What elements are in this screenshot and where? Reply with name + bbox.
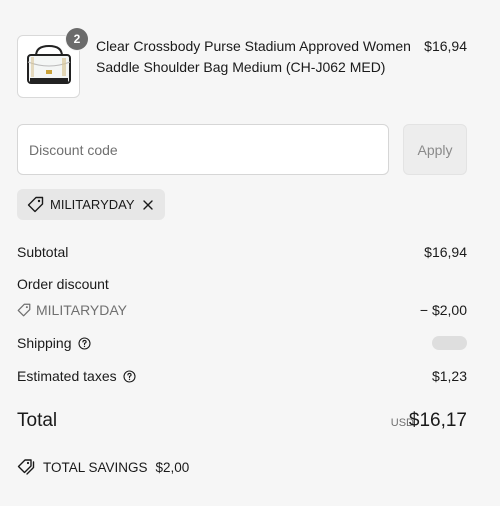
subtotal-value: $16,94 bbox=[424, 244, 467, 260]
apply-discount-button[interactable]: Apply bbox=[403, 124, 467, 175]
order-discount-label: Order discount bbox=[17, 276, 109, 292]
total-label: Total bbox=[17, 410, 58, 431]
order-discount-code-row: MILITARYDAY bbox=[17, 302, 127, 318]
total-savings-label: TOTAL SAVINGS bbox=[43, 459, 148, 475]
help-icon[interactable] bbox=[77, 337, 91, 350]
tag-icon bbox=[17, 303, 31, 317]
subtotal-label: Subtotal bbox=[17, 244, 69, 260]
quantity-badge: 2 bbox=[66, 28, 88, 50]
remove-discount-button[interactable] bbox=[141, 198, 155, 212]
taxes-row: Estimated taxes bbox=[17, 368, 136, 384]
order-discount-code: MILITARYDAY bbox=[36, 302, 128, 318]
clear-crossbody-bag-image bbox=[26, 44, 71, 84]
help-icon[interactable] bbox=[123, 370, 136, 383]
product-title: Clear Crossbody Purse Stadium Approved W… bbox=[96, 38, 411, 75]
total-value: $16,17 bbox=[408, 410, 467, 431]
close-icon bbox=[142, 199, 153, 210]
order-discount-value: − $2,00 bbox=[419, 302, 467, 318]
tag-icon bbox=[27, 196, 44, 213]
applied-discount-code: MILITARYDAY bbox=[50, 197, 135, 212]
taxes-label: Estimated taxes bbox=[17, 368, 117, 384]
shipping-value-loading bbox=[432, 336, 467, 350]
total-savings-value: $2,00 bbox=[155, 459, 190, 475]
discount-code-input[interactable] bbox=[17, 124, 389, 175]
savings-tag-icon bbox=[17, 459, 35, 475]
product-price: $16,94 bbox=[424, 38, 467, 54]
shipping-row: Shipping bbox=[17, 335, 91, 351]
total-savings-row: TOTAL SAVINGS $2,00 bbox=[17, 459, 189, 475]
taxes-value: $1,23 bbox=[431, 368, 467, 384]
applied-discount-chip: MILITARYDAY bbox=[17, 189, 165, 220]
shipping-label: Shipping bbox=[17, 335, 72, 351]
